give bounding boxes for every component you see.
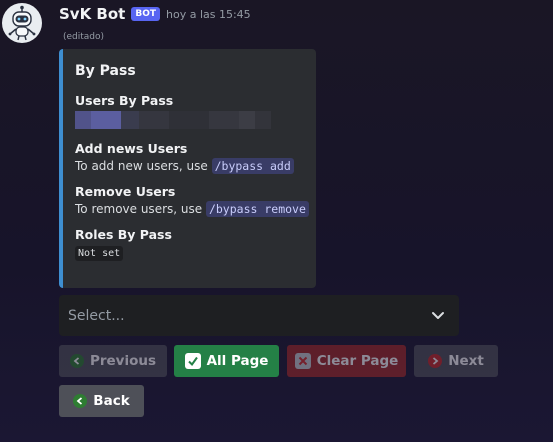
previous-button[interactable]: Previous (59, 345, 167, 377)
next-arrow-icon (428, 354, 443, 368)
clear-page-label: Clear Page (316, 353, 399, 369)
next-button[interactable]: Next (414, 345, 498, 377)
field-users-by-pass-name: Users By Pass (75, 93, 174, 108)
back-label: Back (93, 393, 130, 409)
embed-title: By Pass (75, 63, 136, 79)
bot-username[interactable]: SvK Bot (59, 5, 125, 23)
add-users-text: To add new users, use (75, 159, 208, 173)
embed-card: By Pass Users By Pass Add news Users To … (59, 49, 316, 288)
all-page-label: All Page (206, 353, 269, 369)
field-add-users-name: Add news Users (75, 141, 188, 156)
chevron-down-icon (432, 311, 444, 319)
checkmark-icon (184, 353, 201, 369)
bypass-add-command[interactable]: /bypass add (211, 158, 294, 174)
previous-label: Previous (89, 353, 157, 369)
field-roles-by-pass-value: Not set (75, 245, 304, 261)
field-remove-users-value: To remove users, use /bypass remove (75, 201, 309, 217)
roles-not-set: Not set (75, 246, 124, 261)
clear-page-button[interactable]: Clear Page (287, 345, 406, 377)
cross-icon (294, 353, 311, 369)
edited-label: (editado) (63, 32, 105, 42)
bot-avatar[interactable] (2, 3, 42, 43)
back-button[interactable]: Back (59, 385, 144, 417)
field-remove-users-name: Remove Users (75, 184, 176, 199)
remove-users-text: To remove users, use (75, 202, 203, 216)
back-arrow-icon (73, 394, 88, 408)
robot-icon (8, 5, 36, 41)
next-label: Next (448, 353, 484, 369)
message-timestamp[interactable]: hoy a las 15:45 (166, 8, 251, 21)
bot-badge: BOT (131, 7, 160, 21)
all-page-button[interactable]: All Page (174, 345, 279, 377)
field-roles-by-pass-name: Roles By Pass (75, 227, 172, 242)
select-placeholder: Select... (68, 307, 125, 324)
message-header: SvK Bot BOT hoy a las 15:45 (59, 5, 251, 23)
field-add-users-value: To add new users, use /bypass add (75, 158, 304, 174)
select-dropdown[interactable]: Select... (59, 295, 459, 336)
bypass-remove-command[interactable]: /bypass remove (205, 201, 309, 217)
previous-arrow-icon (69, 354, 84, 368)
blurred-users-list (75, 111, 304, 129)
